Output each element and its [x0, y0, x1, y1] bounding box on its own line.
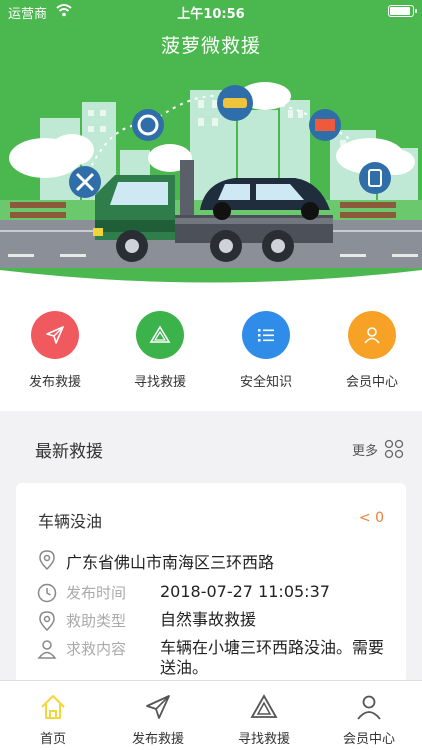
rescue-type-row: 救助类型 自然事故救援 [36, 610, 394, 632]
tow-truck-illustration [0, 70, 422, 283]
rescue-type-label: 救助类型 [66, 612, 127, 630]
rescue-content-label: 求救内容 [66, 640, 127, 658]
quick-safety-knowledge[interactable]: 安全知识 [221, 311, 311, 390]
quick-label: 寻找救援 [133, 375, 186, 390]
section-title: 最新救援 [35, 442, 103, 462]
rescue-content-value: 车辆在小塘三环西路没油。需要送油。 [160, 638, 385, 677]
user-icon [348, 311, 396, 359]
rescue-distance: < 0 [358, 510, 384, 526]
home-icon [41, 695, 65, 719]
rescue-address: 广东省佛山市南海区三环西路 [66, 553, 275, 572]
quick-publish-rescue[interactable]: 发布救援 [10, 311, 100, 390]
rescue-title: 车辆没油 [38, 512, 103, 531]
tab-member-center[interactable]: 会员中心 [324, 691, 414, 747]
quick-label: 发布救援 [28, 375, 81, 390]
tab-home[interactable]: 首页 [8, 691, 98, 747]
nav-bar: 菠萝微救援 [0, 22, 422, 70]
battery-icon [388, 5, 417, 17]
tab-label: 首页 [39, 732, 66, 747]
tab-label: 发布救援 [131, 732, 184, 747]
tab-publish-rescue[interactable]: 发布救援 [113, 691, 203, 747]
user-icon [357, 695, 381, 720]
paper-plane-icon [146, 695, 170, 719]
quick-member-center[interactable]: 会员中心 [327, 311, 417, 390]
location-pin-icon [39, 611, 55, 632]
quick-actions: 发布救援 寻找救援 安全知识 会员中心 [0, 285, 422, 411]
location-pin-icon [39, 550, 55, 571]
person-icon [37, 640, 57, 659]
paper-plane-icon [31, 311, 79, 359]
rescue-content-row: 求救内容 车辆在小塘三环西路没油。需要送油。 [36, 638, 394, 678]
status-bar: 运营商 上午10:56 [0, 0, 422, 22]
warning-triangle-icon [136, 311, 184, 359]
list-icon [242, 311, 290, 359]
rescue-card[interactable]: 车辆没油 < 0 广东省佛山市南海区三环西路 发布时间 2018-07-27 1… [16, 483, 406, 683]
tab-find-rescue[interactable]: 寻找救援 [219, 691, 309, 747]
latest-rescue-header: 最新救援 更多 [0, 425, 422, 473]
publish-time-value: 2018-07-27 11:05:37 [160, 582, 330, 601]
publish-time-row: 发布时间 2018-07-27 11:05:37 [36, 582, 394, 604]
hero-banner [0, 70, 422, 285]
bottom-tab-bar: 首页 发布救援 寻找救援 会员中心 [0, 680, 422, 750]
more-label: 更多 [351, 443, 378, 459]
page-title: 菠萝微救援 [160, 35, 261, 57]
grid-icon [384, 439, 404, 459]
publish-time-label: 发布时间 [66, 584, 127, 602]
address-row: 广东省佛山市南海区三环西路 [36, 549, 394, 573]
more-button[interactable]: 更多 [352, 439, 404, 459]
tab-label: 寻找救援 [237, 732, 290, 747]
clock-icon [37, 583, 57, 603]
quick-label: 会员中心 [345, 375, 398, 390]
warning-triangle-icon [250, 694, 278, 718]
quick-find-rescue[interactable]: 寻找救援 [115, 311, 205, 390]
tab-label: 会员中心 [342, 732, 395, 747]
quick-label: 安全知识 [239, 375, 292, 390]
rescue-type-value: 自然事故救援 [160, 610, 257, 629]
clock: 上午10:56 [177, 7, 245, 22]
